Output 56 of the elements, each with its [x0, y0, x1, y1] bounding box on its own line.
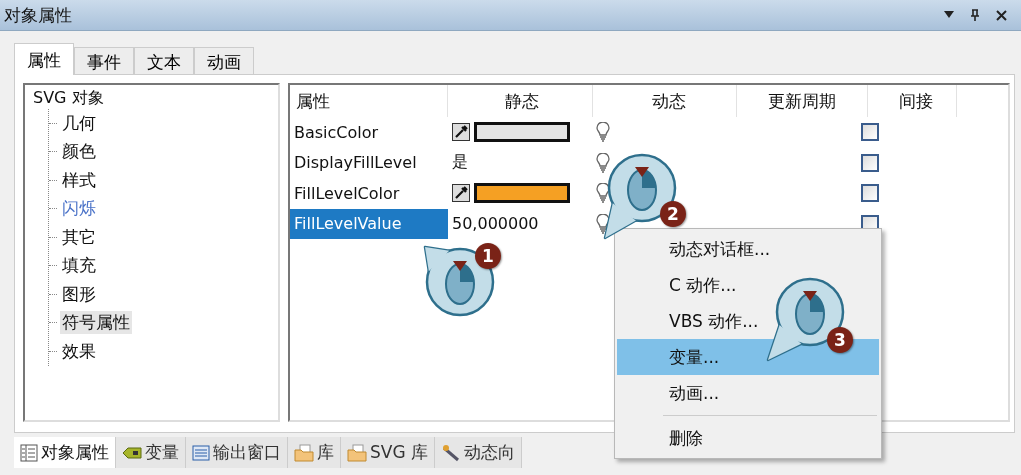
tree-item[interactable]: 符号属性	[60, 311, 132, 335]
checkbox[interactable]	[861, 153, 879, 172]
panel-tab[interactable]: 变量	[116, 437, 186, 468]
folder-icon	[347, 443, 367, 462]
menu-item[interactable]: 动画...	[617, 375, 879, 411]
property-name[interactable]: FillLevelColor	[290, 178, 448, 209]
pin-icon[interactable]	[970, 9, 980, 21]
eyedropper-icon[interactable]	[452, 184, 470, 203]
tree-item[interactable]: 填充	[60, 254, 98, 278]
color-swatch[interactable]	[474, 183, 570, 204]
wand-icon	[441, 443, 461, 462]
list-icon	[192, 444, 210, 461]
panel-tab[interactable]: 对象属性	[14, 437, 116, 468]
tag-icon	[122, 445, 142, 460]
menu-item[interactable]: 删除	[617, 420, 879, 456]
panel-tab[interactable]: 输出窗口	[186, 437, 288, 468]
menu-item[interactable]: C 动作...	[617, 267, 879, 303]
lightbulb-icon[interactable]	[596, 152, 610, 173]
eyedropper-icon[interactable]	[452, 123, 470, 142]
column-header: 间接	[868, 85, 957, 117]
tree-item[interactable]: 几何	[60, 111, 98, 135]
panel-tab[interactable]: 库	[288, 437, 341, 468]
menu-item[interactable]: 动态对话框...	[617, 231, 879, 267]
column-header: 更新周期	[737, 85, 868, 117]
tab[interactable]: 事件	[74, 47, 134, 75]
checkbox[interactable]	[861, 184, 879, 203]
column-header: 静态	[448, 85, 593, 117]
tree-item[interactable]: 颜色	[60, 140, 98, 164]
column-header: 属性	[290, 85, 448, 117]
panel-icon	[20, 443, 38, 462]
tab[interactable]: 属性	[14, 43, 74, 75]
tree-item[interactable]: 样式	[60, 168, 98, 192]
static-value: 是	[452, 152, 468, 174]
color-swatch[interactable]	[474, 122, 570, 143]
tree-item[interactable]: 闪烁	[60, 197, 98, 221]
dropdown-arrow-icon[interactable]	[944, 11, 954, 19]
tab[interactable]: 文本	[134, 47, 194, 75]
panel-tab[interactable]: 动态向	[435, 437, 522, 468]
static-value: 50,000000	[452, 214, 539, 234]
folder-icon	[294, 443, 314, 462]
property-name[interactable]: BasicColor	[290, 117, 448, 148]
tree-item[interactable]: 图形	[60, 282, 98, 306]
close-icon[interactable]	[996, 9, 1007, 21]
tab[interactable]: 动画	[194, 47, 254, 75]
panel-tab[interactable]: SVG 库	[341, 437, 435, 468]
lightbulb-icon[interactable]	[596, 213, 610, 234]
property-name[interactable]: DisplayFillLevel	[290, 147, 448, 178]
window-title: 对象属性	[4, 3, 72, 27]
column-header: 动态	[593, 85, 737, 117]
tree-item[interactable]: SVG 对象	[33, 88, 104, 109]
tree-item[interactable]: 效果	[60, 339, 98, 363]
checkbox[interactable]	[861, 123, 879, 142]
tree-item[interactable]: 其它	[60, 225, 98, 249]
property-name[interactable]: FillLevelValue	[290, 208, 448, 239]
lightbulb-icon[interactable]	[596, 122, 610, 143]
lightbulb-icon[interactable]	[596, 183, 610, 204]
